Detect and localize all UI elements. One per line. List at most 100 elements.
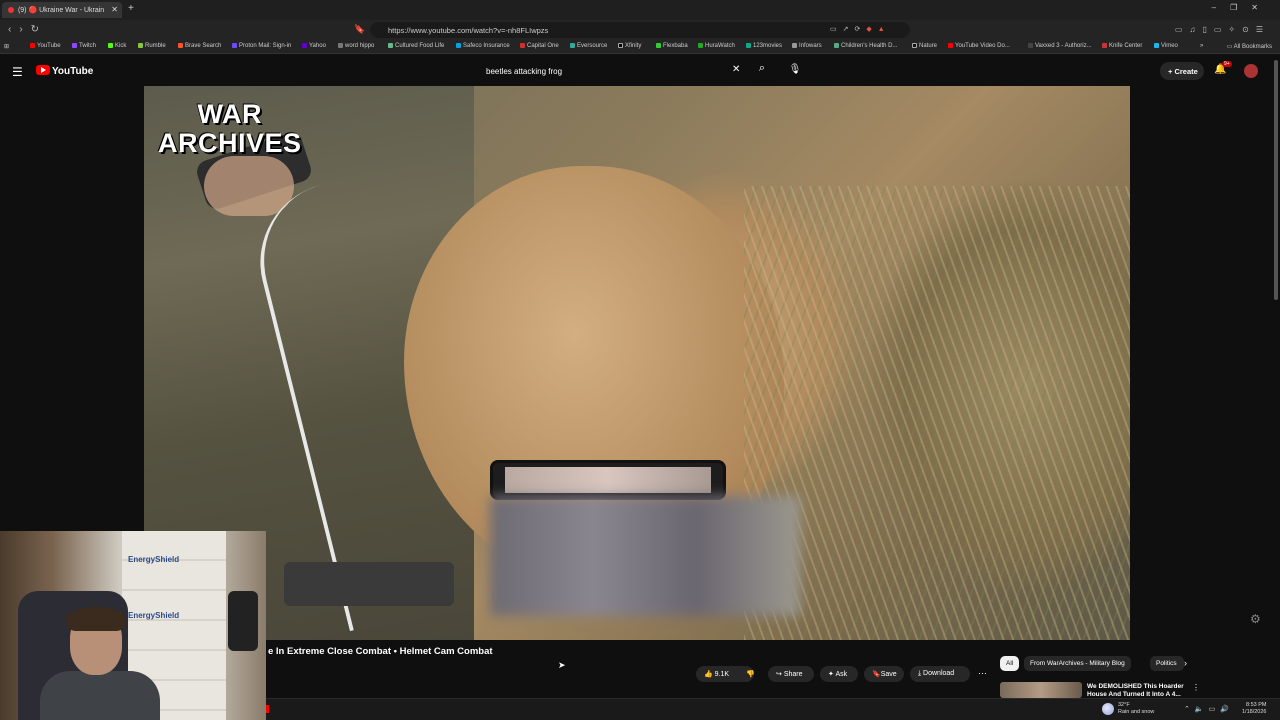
weather-widget[interactable]: 32°F Rain and snow [1118, 702, 1154, 716]
bookmark-favicon-icon [834, 43, 839, 48]
bookmark-favicon-icon [232, 43, 237, 48]
search-icon[interactable]: ⌕ [752, 62, 772, 80]
more-options-icon[interactable]: ⋯ [978, 668, 987, 679]
browser-extension-icons[interactable]: ▭♫▯▭✧⊙☰ [1175, 25, 1270, 34]
system-clock[interactable]: 8:53 PM 1/18/2026 [1242, 702, 1266, 716]
avatar[interactable] [1244, 64, 1258, 78]
bookmark-item[interactable]: Nature [912, 43, 937, 49]
bookmark-item[interactable]: Cultured Food Life [388, 43, 444, 49]
recommendation-menu-icon[interactable]: ⋮ [1192, 683, 1200, 692]
nav-buttons[interactable]: ‹›↻ [8, 24, 47, 35]
save-button[interactable]: 🔖Save [864, 666, 904, 682]
recommendation-title[interactable]: We DEMOLISHED This Hoarder House And Tur… [1087, 683, 1187, 699]
bookmark-favicon-icon [520, 43, 525, 48]
bookmark-item[interactable]: YouTube [30, 43, 61, 49]
bookmark-item[interactable]: Yahoo [302, 43, 326, 49]
bookmark-favicon-icon [178, 43, 183, 48]
url-bar[interactable]: https://www.youtube.com/watch?v=-nh8FLIw… [370, 22, 910, 38]
chip-from-channel[interactable]: From WarArchives - Military Blog [1024, 656, 1131, 671]
browser-tabstrip: (9) 🔴 Ukraine War - Ukrain ✕ + –❐✕ [0, 0, 1280, 20]
corner-gear-icon[interactable]: ⚙ [1250, 612, 1261, 626]
bookmark-item[interactable]: word hippo [338, 43, 374, 49]
url-action-icons[interactable]: ▭↗⟳◆▲ [830, 25, 891, 33]
censored-blur [490, 496, 800, 616]
notification-badge: 9+ [1222, 61, 1232, 67]
bookmark-favicon-icon [570, 43, 575, 48]
clear-search-icon[interactable]: ✕ [732, 64, 740, 75]
video-frame-weapon [284, 562, 454, 606]
bookmarks-bar: ⊞ YouTube Twitch Kick Rumble Brave Searc… [0, 40, 1280, 54]
system-tray-icons[interactable]: ⌃🔈▭🔊 [1184, 705, 1234, 713]
bookmark-favicon-icon [72, 43, 77, 48]
bookmark-item[interactable]: Flexbaba [656, 43, 688, 49]
youtube-logo[interactable]: YouTube [36, 65, 93, 77]
taskbar-app-indicator[interactable] [266, 705, 269, 713]
bookmark-item[interactable]: Rumble [138, 43, 166, 49]
search-query: beetles attacking frog [486, 67, 563, 76]
close-tab-icon[interactable]: ✕ [111, 5, 118, 14]
bookmarks-overflow-icon[interactable]: » [1200, 43, 1203, 49]
webcam-overlay: EnergyShield EnergyShield [0, 531, 266, 720]
bookmark-item[interactable]: HuraWatch [698, 43, 735, 49]
bookmark-item[interactable]: Eversource [570, 43, 607, 49]
phone-screen [505, 467, 711, 493]
chip-politics[interactable]: Politics [1150, 656, 1184, 671]
bookmark-item[interactable]: Xfinity [618, 43, 641, 49]
bookmark-favicon-icon [698, 43, 703, 48]
bookmark-item[interactable]: Safeco Insurance [456, 43, 510, 49]
bookmark-favicon-icon [138, 43, 143, 48]
chevron-right-icon[interactable]: › [1184, 658, 1187, 668]
share-button[interactable]: ↪ Share [768, 666, 814, 682]
bookmark-item[interactable]: Capital One [520, 43, 559, 49]
video-title: e In Extreme Close Combat • Helmet Cam C… [268, 646, 493, 657]
page-scrollbar[interactable] [1274, 60, 1278, 300]
new-tab-icon[interactable]: + [128, 3, 134, 14]
chip-all[interactable]: All [1000, 656, 1020, 671]
streamer-shirt [40, 671, 160, 720]
hamburger-menu-icon[interactable]: ☰ [12, 65, 23, 79]
browser-tab-active[interactable]: (9) 🔴 Ukraine War - Ukrain ✕ [2, 2, 122, 18]
dislike-button[interactable]: 👎 [738, 666, 762, 682]
war-archives-watermark: WAR ARCHIVES [158, 99, 302, 158]
microphone-icon[interactable]: 🎙 [788, 64, 802, 78]
download-button[interactable]: ⤓ Download [910, 666, 970, 682]
bookmark-favicon-icon [1154, 43, 1159, 48]
bookmark-item[interactable]: YouTube Video Do... [948, 43, 1010, 49]
share-icon: ↪ [776, 671, 784, 678]
bookmark-item[interactable]: Vaxxed 3 - Authoriz... [1028, 43, 1092, 49]
video-frame-phone [490, 460, 726, 500]
bookmark-icon: 🔖 [872, 671, 881, 678]
bookmark-favicon-icon [1028, 43, 1033, 48]
recommendation-thumbnail[interactable] [1000, 682, 1082, 698]
apps-icon[interactable]: ⊞ [4, 43, 9, 50]
folder-icon: ▭ [1226, 44, 1234, 50]
create-button[interactable]: + Create [1160, 62, 1204, 80]
bookmark-favicon-icon [108, 43, 113, 48]
bookmark-item[interactable]: Proton Mail: Sign-in [232, 43, 291, 49]
bookmark-favicon-icon [456, 43, 461, 48]
bookmark-favicon-icon [338, 43, 343, 48]
bookmark-item[interactable]: Brave Search [178, 43, 221, 49]
bookmark-item[interactable]: Twitch [72, 43, 96, 49]
search-input[interactable]: beetles attacking frog [478, 61, 748, 81]
bookmark-item[interactable]: Children's Health D... [834, 43, 898, 49]
panel-label: EnergyShield [128, 555, 180, 564]
bookmark-favicon-icon [618, 43, 623, 48]
weather-icon[interactable] [1102, 703, 1114, 715]
bookmark-item[interactable]: Kick [108, 43, 126, 49]
bookmark-favicon-icon [388, 43, 393, 48]
all-bookmarks[interactable]: ▭ All Bookmarks [1227, 43, 1272, 50]
bookmark-item[interactable]: 123movies [746, 43, 782, 49]
bookmark-favicon-icon [912, 43, 917, 48]
ask-button[interactable]: ✦ Ask [820, 666, 858, 682]
windows-taskbar: 32°F Rain and snow ⌃🔈▭🔊 8:53 PM 1/18/202… [266, 698, 1280, 720]
bookmark-item[interactable]: Vimeo [1154, 43, 1178, 49]
bookmark-item[interactable]: Knife Center [1102, 43, 1142, 49]
youtube-favicon-icon [8, 7, 14, 14]
window-controls[interactable]: –❐✕ [1212, 3, 1272, 12]
url-text: https://www.youtube.com/watch?v=-nh8FLIw… [388, 26, 549, 35]
video-player[interactable]: WAR ARCHIVES [144, 86, 1130, 640]
bookmark-page-icon[interactable]: 🔖 [354, 24, 365, 35]
bookmark-item[interactable]: Infowars [792, 43, 822, 49]
brave-shield-icon[interactable]: ◆▲ [866, 26, 890, 33]
